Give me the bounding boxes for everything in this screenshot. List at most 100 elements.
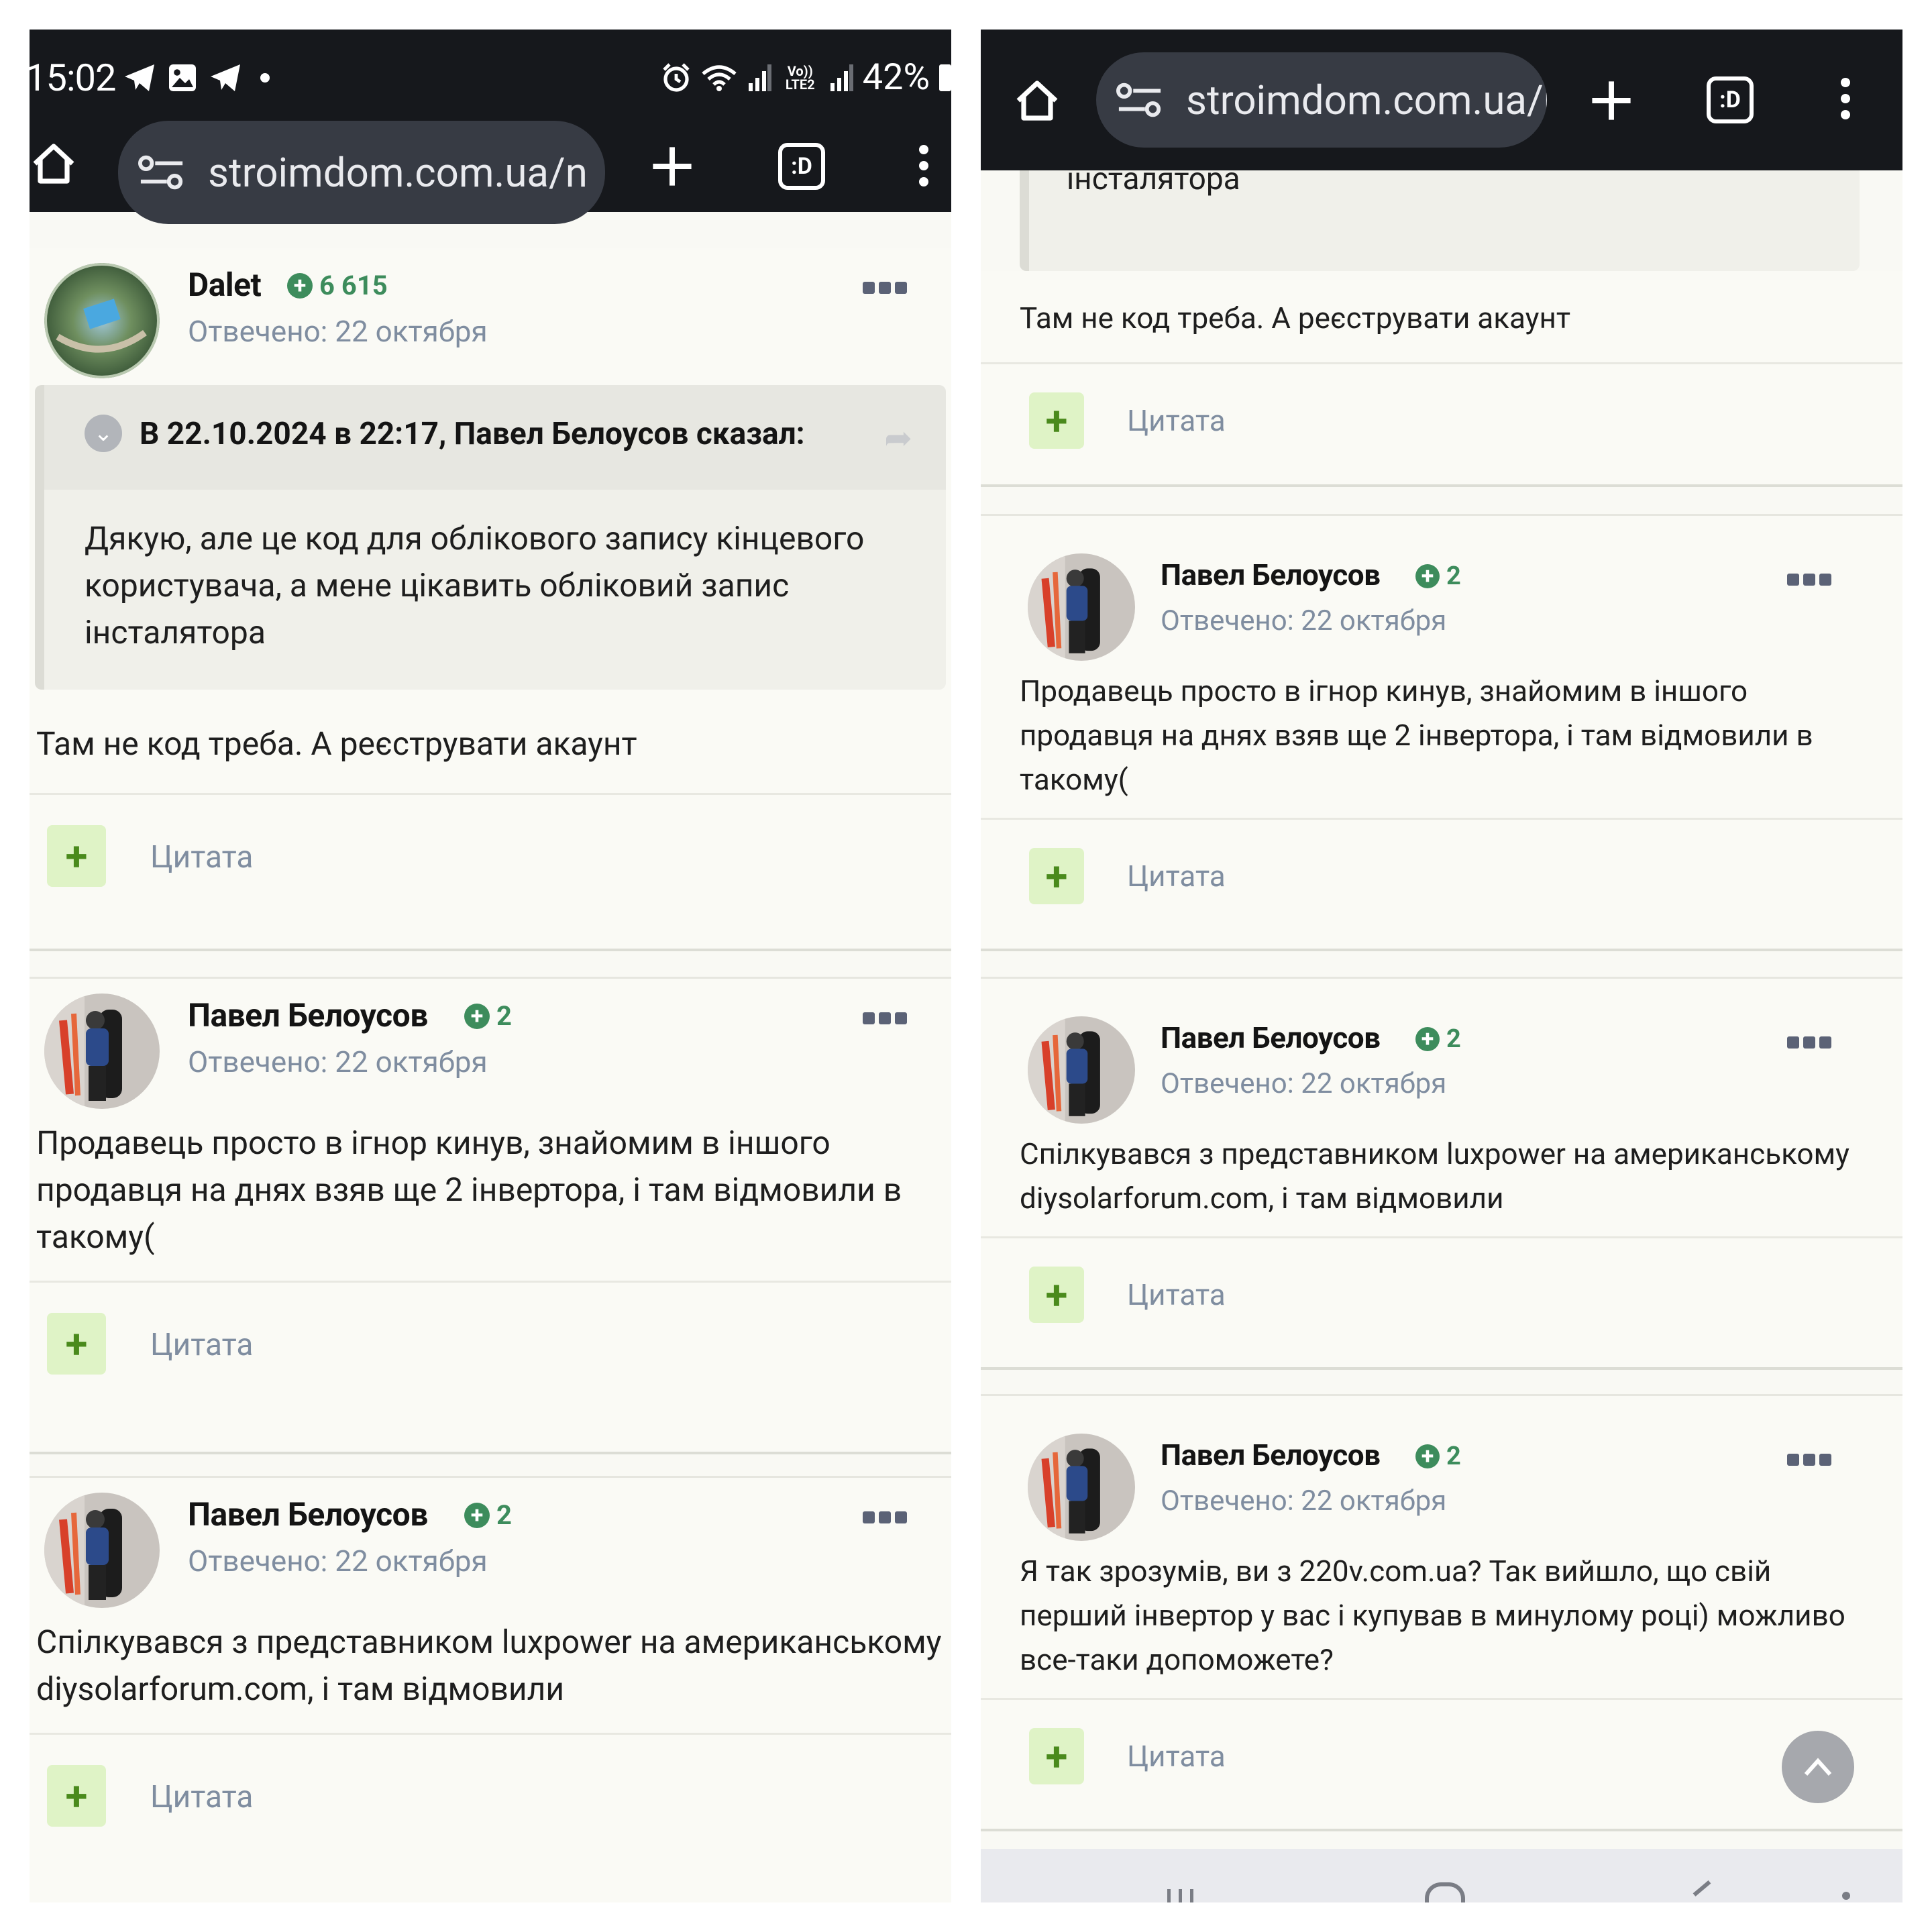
post-author[interactable]: Павел Белоусов [1161,1438,1381,1472]
url-text: stroimdom.com.ua/n [208,148,588,197]
quote-button[interactable]: Цитата [1127,1277,1226,1312]
forum-post: Павел Белоусов +2 Отвечено: 22 октября П… [981,514,1902,951]
forum-post: Павел Белоусов +2 Отвечено: 22 октября Я… [981,1394,1902,1831]
tab-count: :D [778,143,825,190]
like-button[interactable]: + [47,1765,106,1827]
home-icon[interactable] [30,140,78,188]
back-nav-icon[interactable] [1693,1880,1711,1896]
post-body: Спілкувався з представником luxpower на … [36,1623,942,1708]
post-author[interactable]: Павел Белоусов [1161,1020,1381,1055]
like-button[interactable]: + [1029,392,1084,449]
forum-post: Павел Белоусов +2 Отвечено: 22 октября П… [30,977,951,1454]
plus-circle-icon: + [464,1502,490,1528]
post-options-icon[interactable] [863,282,907,294]
tab-switcher-button[interactable]: :D [778,143,825,190]
telegram-icon [125,64,154,91]
quote-block: інсталятора [1020,161,1860,271]
plus-circle-icon: + [1415,1444,1440,1468]
post-options-icon[interactable] [1787,1454,1831,1466]
alarm-icon [663,63,690,92]
quote-button[interactable]: Цитата [150,839,253,875]
telegram-icon [211,64,240,91]
quote-button[interactable]: Цитата [1127,403,1226,438]
url-bar[interactable]: stroimdom.com.ua/n [1096,52,1547,148]
post-date[interactable]: Отвечено: 22 октября [1161,1485,1446,1517]
more-menu-icon[interactable] [1841,78,1850,119]
recent-apps-icon[interactable] [1167,1889,1193,1902]
url-bar[interactable]: stroimdom.com.ua/n [118,121,605,224]
right-screenshot: інсталятора stroimdom.com.ua/n :D Там не… [981,30,1902,1902]
like-button[interactable]: + [1029,848,1084,904]
reputation-badge: +6 615 [287,270,388,301]
like-button[interactable]: + [47,1313,106,1375]
volte-icon: Vo)) LTE2 [785,63,815,93]
signal-icon [830,64,853,91]
post-date[interactable]: Отвечено: 22 октября [188,1544,488,1578]
avatar[interactable] [1028,553,1135,661]
quote-title: В 22.10.2024 в 22:17, Павел Белоусов ска… [140,416,805,452]
more-menu-icon[interactable] [919,145,928,186]
avatar[interactable] [1028,1434,1135,1541]
android-nav-bar [981,1849,1902,1902]
left-screenshot: 15:02 Vo)) LTE2 42% stroimdom.com.ua/n :… [30,30,951,1902]
post-author[interactable]: Павел Белоусов [1161,557,1381,592]
avatar[interactable] [44,1493,160,1608]
post-author[interactable]: Павел Белоусов [188,1495,428,1534]
site-settings-icon[interactable] [1116,81,1163,119]
avatar[interactable] [44,994,160,1109]
plus-icon [1592,81,1631,120]
post-options-icon[interactable] [1787,1036,1831,1049]
post-author[interactable]: Dalet [188,266,262,304]
chevron-up-icon [1804,1758,1832,1776]
battery-icon [939,64,951,91]
post-footer: + Цитата [981,1698,1902,1817]
quote-button[interactable]: Цитата [1127,859,1226,894]
home-icon[interactable] [1013,76,1061,125]
post-date[interactable]: Отвечено: 22 октября [1161,604,1446,637]
scroll-to-top-button[interactable] [1782,1731,1854,1803]
post-body: Продавець просто в ігнор кинув, знайомим… [36,1124,902,1256]
tab-switcher-button[interactable]: :D [1707,76,1754,123]
quote-text: Дякую, але це код для облікового запису … [85,519,865,651]
post-footer: + Цитата [981,362,1902,482]
post-footer: + Цитата [30,793,951,920]
plus-circle-icon: + [1415,1027,1440,1051]
post-body: Я так зрозумів, ви з 220v.com.ua? Так ви… [1020,1554,1845,1677]
post-options-icon[interactable] [863,1511,907,1523]
site-settings-icon[interactable] [138,154,185,191]
forum-post: Dalet +6 615 Отвечено: 22 октября ⌄ В 22… [30,248,951,951]
share-arrow-icon[interactable]: ➦ [884,419,912,458]
like-button[interactable]: + [1029,1728,1084,1784]
post-author[interactable]: Павел Белоусов [188,996,428,1034]
post-options-icon[interactable] [1787,574,1831,586]
status-bar: 15:02 Vo)) LTE2 42% [30,30,951,121]
post-options-icon[interactable] [863,1012,907,1024]
reputation-badge: +2 [464,1499,512,1531]
new-tab-button[interactable] [1585,74,1638,127]
post-date[interactable]: Отвечено: 22 октября [188,1044,488,1079]
quote-button[interactable]: Цитата [150,1327,253,1363]
quote-button[interactable]: Цитата [1127,1739,1226,1774]
reputation-badge: +2 [1415,1024,1461,1054]
browser-toolbar: stroimdom.com.ua/n :D [981,30,1902,170]
post-footer: + Цитата [981,1236,1902,1356]
home-nav-icon[interactable] [1425,1882,1465,1902]
plus-circle-icon: + [287,272,313,299]
tab-count: :D [1707,76,1754,123]
like-button[interactable]: + [47,825,106,887]
keyboard-hide-icon[interactable] [1842,1892,1850,1900]
avatar[interactable] [1028,1016,1135,1124]
post-body: Там не код треба. А реєструвати акаунт [1020,301,1570,335]
post-date[interactable]: Отвечено: 22 октября [1161,1067,1446,1100]
like-button[interactable]: + [1029,1267,1084,1323]
signal-icon [748,64,771,91]
quote-button[interactable]: Цитата [150,1779,253,1815]
forum-post: Павел Белоусов +2 Отвечено: 22 октября С… [30,1476,951,1902]
avatar[interactable] [44,263,160,378]
chevron-down-icon[interactable]: ⌄ [85,415,122,452]
status-time: 15:02 [30,56,116,100]
post-date[interactable]: Отвечено: 22 октября [188,314,488,349]
post-body: Там не код треба. А реєструвати акаунт [36,724,637,763]
forum-post: Там не код треба. А реєструвати акаунт +… [981,271,1902,487]
new-tab-button[interactable] [645,140,699,193]
